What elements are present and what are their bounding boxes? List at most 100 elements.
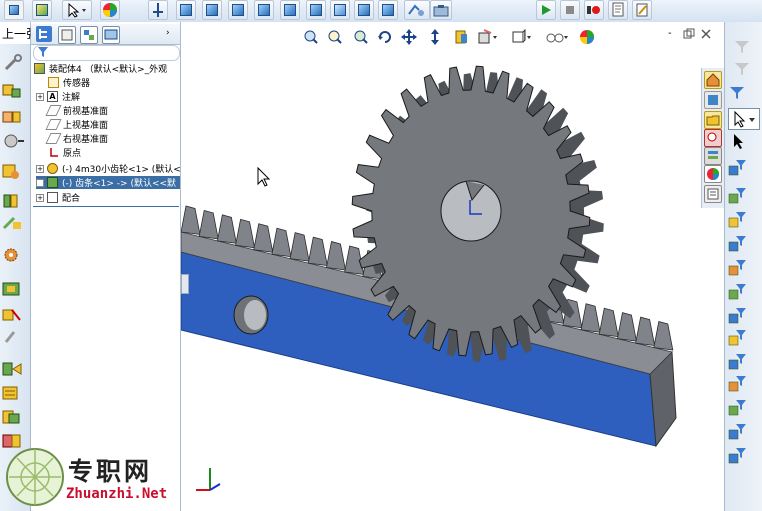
display-style-button[interactable] xyxy=(510,28,534,46)
selection-filter-button[interactable] xyxy=(728,306,746,324)
left-tool-13[interactable] xyxy=(0,384,26,402)
tab-feature-tree[interactable] xyxy=(36,26,52,42)
tab-display[interactable] xyxy=(102,26,120,44)
edit-appearance-button[interactable] xyxy=(578,28,596,46)
section-view-heads-up-button[interactable] xyxy=(452,28,470,46)
left-tool-14[interactable] xyxy=(0,408,26,426)
zoom-in-out-button[interactable] xyxy=(426,28,444,46)
left-tool-11[interactable] xyxy=(0,328,26,346)
filter-toggle-button[interactable] xyxy=(733,38,751,56)
left-tool-7[interactable] xyxy=(0,214,26,232)
tree-item-origin[interactable]: 原点 xyxy=(48,146,81,159)
selection-filter-button[interactable] xyxy=(728,258,746,276)
selection-filter-button[interactable] xyxy=(728,328,746,346)
view-left-button[interactable] xyxy=(228,0,248,20)
left-tool-5[interactable] xyxy=(0,162,26,180)
left-tool-9[interactable] xyxy=(0,280,26,298)
minimize-button[interactable]: - xyxy=(668,29,678,40)
selection-filter-button[interactable] xyxy=(728,210,746,228)
view-orientation-button[interactable] xyxy=(476,28,500,46)
tree-item-top-plane[interactable]: 上视基准面 xyxy=(45,118,108,131)
selection-filter-button[interactable] xyxy=(728,234,746,252)
stop-button[interactable] xyxy=(560,0,580,20)
left-tool-6[interactable] xyxy=(0,192,26,210)
camera-button[interactable] xyxy=(430,0,452,20)
selection-filter-button[interactable] xyxy=(728,374,746,392)
expand-icon[interactable]: + xyxy=(36,164,44,173)
selection-filter-button[interactable] xyxy=(728,282,746,300)
toolbar-box-button[interactable] xyxy=(32,0,52,20)
close-button[interactable] xyxy=(700,28,712,40)
zoom-area-button[interactable] xyxy=(326,28,344,46)
filter-funnel-icon xyxy=(728,160,746,176)
left-tool-12[interactable] xyxy=(0,360,26,378)
left-tool-10[interactable] xyxy=(0,306,26,324)
tree-item-right-plane[interactable]: 右视基准面 xyxy=(45,132,108,145)
selection-filter-button[interactable] xyxy=(728,398,746,416)
custom-properties-tab[interactable] xyxy=(704,185,722,203)
filter-clear-button[interactable] xyxy=(733,60,751,78)
select-tool-button[interactable] xyxy=(62,0,92,20)
tree-root[interactable]: 装配体4 （默认<默认>_外观 xyxy=(34,62,167,75)
left-tool-4[interactable] xyxy=(0,132,26,150)
previous-view-button[interactable] xyxy=(352,28,370,46)
panel-arrow-right[interactable]: › xyxy=(166,28,176,38)
filter-all-button[interactable] xyxy=(728,84,746,102)
file-explorer-tab[interactable] xyxy=(704,111,722,129)
tree-item-pinion[interactable]: + (-) 4m30小齿轮<1> (默认< xyxy=(36,162,181,175)
play-button[interactable] xyxy=(536,0,556,20)
view-front-button[interactable] xyxy=(176,0,196,20)
pan-button[interactable] xyxy=(400,28,418,46)
expand-icon[interactable]: + xyxy=(36,92,44,101)
properties-button[interactable] xyxy=(608,0,628,20)
view-dimetric-button[interactable] xyxy=(378,0,398,20)
view-trimetric-button[interactable] xyxy=(354,0,374,20)
select-arrow-button[interactable] xyxy=(730,132,748,150)
view-cube-icon xyxy=(180,4,192,16)
selection-filter-button[interactable] xyxy=(728,422,746,440)
selection-filter-button[interactable] xyxy=(728,446,746,464)
tree-item-label: (-) 4m30小齿轮<1> (默认< xyxy=(62,165,181,175)
resources-tab[interactable] xyxy=(704,91,722,109)
view-iso-button[interactable] xyxy=(330,0,350,20)
toolbar-partial-button[interactable] xyxy=(4,0,24,20)
tree-item-sensors[interactable]: 传感器 xyxy=(48,76,90,89)
tab-property[interactable] xyxy=(58,26,76,44)
record-button[interactable] xyxy=(584,0,604,20)
tree-item-annotations[interactable]: + A 注解 xyxy=(36,90,80,103)
left-tool-2[interactable] xyxy=(0,82,26,100)
tree-item-rack-selected[interactable]: + (-) 齿条<1> -> (默认<<默 xyxy=(36,176,180,189)
zoom-to-fit-button[interactable] xyxy=(302,28,320,46)
section-view-button[interactable] xyxy=(404,0,430,20)
tab-configuration[interactable] xyxy=(80,26,98,44)
left-tool-3[interactable] xyxy=(0,108,26,126)
search-tab[interactable] xyxy=(704,129,722,147)
hide-show-button[interactable] xyxy=(544,28,570,46)
tree-item-front-plane[interactable]: 前视基准面 xyxy=(45,104,108,117)
expand-icon[interactable]: + xyxy=(36,193,44,202)
normal-to-button[interactable] xyxy=(148,0,168,20)
view-back-button[interactable] xyxy=(202,0,222,20)
rotate-view-button[interactable] xyxy=(376,28,394,46)
view-top-button[interactable] xyxy=(280,0,300,20)
appearance-button[interactable] xyxy=(100,0,120,20)
left-tool-1[interactable] xyxy=(0,54,26,72)
view-bottom-button[interactable] xyxy=(306,0,326,20)
selection-filter-button[interactable] xyxy=(728,352,746,370)
prev-button[interactable]: 上一张 xyxy=(0,22,38,44)
expand-icon[interactable]: + xyxy=(36,178,44,187)
tree-item-mates[interactable]: + 配合 xyxy=(36,191,80,204)
view-palette-tab[interactable] xyxy=(704,147,722,165)
appearances-tab[interactable] xyxy=(704,165,722,183)
left-tool-8[interactable] xyxy=(0,246,26,264)
filter-icon[interactable] xyxy=(37,46,51,61)
home-tab[interactable] xyxy=(704,71,722,89)
panel-collapse-handle[interactable] xyxy=(181,274,189,294)
restore-button[interactable] xyxy=(683,28,695,40)
selection-filter-button[interactable] xyxy=(728,186,746,204)
select-mode-button[interactable] xyxy=(728,108,760,130)
edit-button[interactable] xyxy=(632,0,652,20)
view-right-button[interactable] xyxy=(254,0,274,20)
selection-filter-button[interactable] xyxy=(728,158,746,176)
property-icon xyxy=(61,29,73,41)
